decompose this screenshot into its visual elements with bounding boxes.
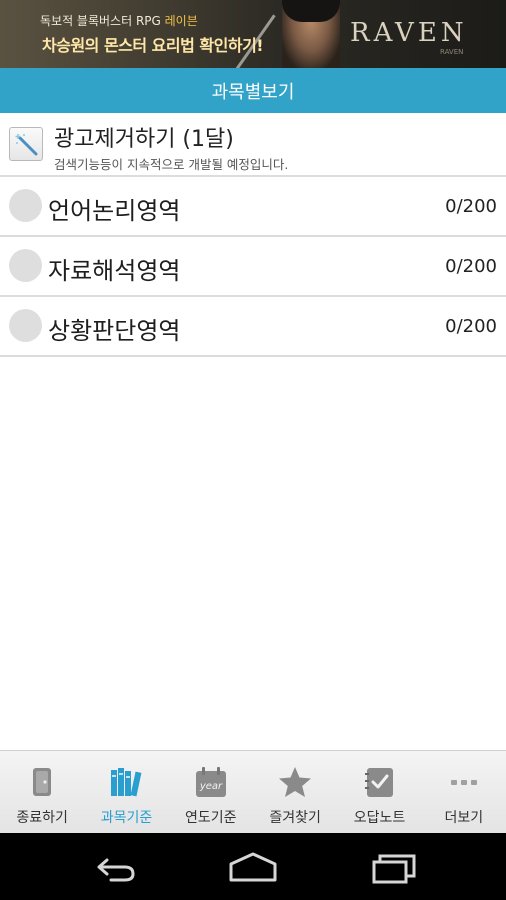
subject-name: 언어논리영역 bbox=[48, 197, 181, 225]
subject-item-language-logic[interactable]: 언어논리영역 0/200 bbox=[0, 177, 506, 237]
magic-wand-icon bbox=[9, 127, 43, 161]
subject-list: 광고제거하기 (1달) 검색기능등이 지속적으로 개발될 예정입니다. 언어논리… bbox=[0, 113, 506, 357]
tab-exit[interactable]: 종료하기 bbox=[0, 751, 84, 833]
system-navigation-bar bbox=[0, 833, 506, 900]
remove-ads-subtitle: 검색기능등이 지속적으로 개발될 예정입니다. bbox=[54, 157, 289, 172]
tab-by-subject[interactable]: 과목기준 bbox=[84, 751, 168, 833]
more-dots-icon bbox=[444, 765, 484, 799]
raven-logo-sub: RAVEN bbox=[440, 48, 464, 56]
tab-wrong-answers[interactable]: 오답노트 bbox=[337, 751, 421, 833]
home-icon[interactable] bbox=[225, 850, 281, 884]
tab-label: 종료하기 bbox=[16, 810, 68, 826]
year-calendar-icon: year bbox=[191, 765, 231, 799]
exit-door-icon bbox=[22, 765, 62, 799]
back-icon[interactable] bbox=[87, 850, 143, 884]
tab-label: 더보기 bbox=[444, 810, 484, 826]
tab-label: 연도기준 bbox=[185, 810, 237, 826]
banner-headline: 차승원의 몬스터 요리법 확인하기! bbox=[42, 36, 264, 55]
header-bar: 과목별보기 bbox=[0, 68, 506, 113]
progress-circle-icon bbox=[9, 309, 42, 342]
ad-banner[interactable]: 독보적 블록버스터 RPG 레이븐 차승원의 몬스터 요리법 확인하기! RAV… bbox=[0, 0, 506, 68]
notebook-check-icon bbox=[359, 765, 399, 799]
progress-circle-icon bbox=[9, 189, 42, 222]
subject-item-situational-judgment[interactable]: 상황판단영역 0/200 bbox=[0, 297, 506, 357]
subject-progress: 0/200 bbox=[445, 316, 497, 337]
tab-more[interactable]: 더보기 bbox=[422, 751, 506, 833]
banner-tagline: 독보적 블록버스터 RPG 레이븐 bbox=[40, 14, 198, 28]
page-title: 과목별보기 bbox=[211, 81, 295, 103]
remove-ads-title: 광고제거하기 (1달) bbox=[54, 127, 234, 152]
app-screen: 독보적 블록버스터 RPG 레이븐 차승원의 몬스터 요리법 확인하기! RAV… bbox=[0, 0, 506, 900]
subject-item-data-interpretation[interactable]: 자료해석영역 0/200 bbox=[0, 237, 506, 297]
progress-circle-icon bbox=[9, 249, 42, 282]
tab-label: 오답노트 bbox=[353, 810, 406, 826]
tab-label: 즐겨찾기 bbox=[269, 810, 321, 826]
raven-logo: RAVEN bbox=[350, 18, 468, 48]
tab-label: 과목기준 bbox=[100, 810, 153, 826]
star-icon bbox=[275, 765, 315, 799]
recent-apps-icon[interactable] bbox=[366, 850, 422, 884]
bottom-tab-bar: 종료하기 과목기준 year 연도기준 즐겨찾기 오답노트 더보기 bbox=[0, 750, 506, 833]
subject-progress: 0/200 bbox=[445, 256, 497, 277]
svg-text:year: year bbox=[199, 781, 223, 792]
remove-ads-item[interactable]: 광고제거하기 (1달) 검색기능등이 지속적으로 개발될 예정입니다. bbox=[0, 113, 506, 177]
tab-by-year[interactable]: year 연도기준 bbox=[169, 751, 253, 833]
subject-name: 상황판단영역 bbox=[48, 317, 181, 345]
books-icon bbox=[106, 765, 146, 799]
subject-progress: 0/200 bbox=[445, 196, 497, 217]
subject-name: 자료해석영역 bbox=[48, 257, 181, 285]
tab-favorites[interactable]: 즐겨찾기 bbox=[253, 751, 337, 833]
